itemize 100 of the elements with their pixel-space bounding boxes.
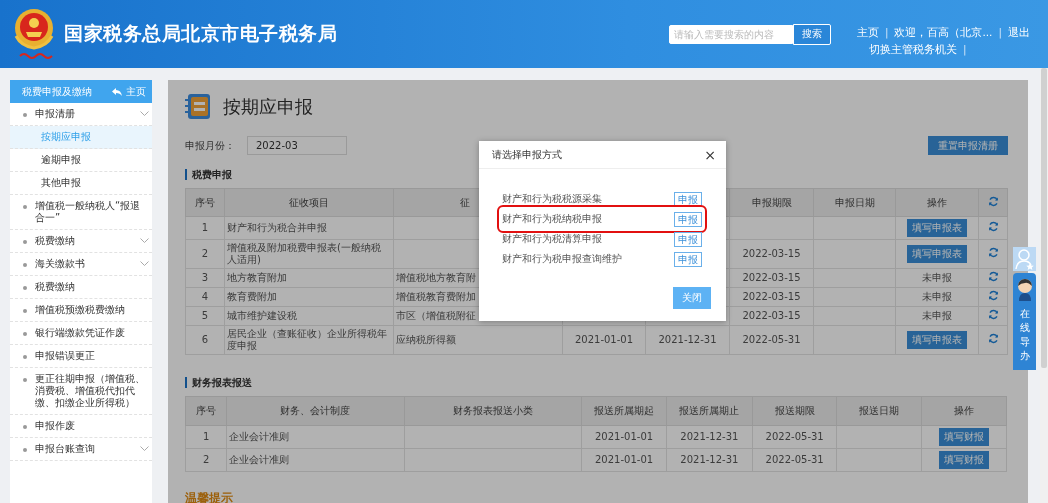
column-header: 报送日期: [858, 405, 899, 416]
column-header: 序号: [196, 405, 217, 416]
table-cell: 2021-12-31: [680, 431, 739, 442]
sidebar-item[interactable]: 增值税一般纳税人“报退合一”: [10, 195, 152, 230]
sidebar-subitem[interactable]: 其他申报: [10, 172, 152, 195]
table-cell: 1: [201, 222, 209, 233]
reset-button[interactable]: 重置申报清册: [928, 136, 1008, 155]
table-cell: 2022-05-31: [765, 454, 824, 465]
nav-link[interactable]: 退出: [1008, 26, 1030, 40]
sidebar-label: 申报作废: [35, 420, 76, 432]
month-field[interactable]: 2022-03: [247, 136, 347, 155]
chevron-icon[interactable]: [140, 446, 149, 452]
separator: |: [884, 26, 889, 40]
chevron-icon[interactable]: [140, 238, 149, 244]
sidebar-title: 税费申报及缴纳: [22, 84, 92, 99]
table-cell: 增值税地方教育附: [396, 272, 476, 283]
table-cell: 企业会计准则: [229, 431, 290, 442]
action-button[interactable]: 填写财报: [938, 428, 989, 446]
declare-button[interactable]: 申报: [674, 211, 702, 227]
table-cell: 企业会计准则: [229, 454, 290, 465]
column-header: 财务、会计制度: [280, 405, 351, 416]
notebook-icon: [185, 93, 211, 120]
action-button[interactable]: 填写申报表: [907, 219, 967, 237]
sidebar-item[interactable]: 增值税预缴税费缴纳: [10, 299, 152, 322]
column-header: 报送所属期止: [679, 405, 740, 416]
table-cell: 财产和行为税合并申报: [227, 222, 327, 233]
option-label: 财产和行为税清算申报: [502, 232, 602, 246]
table-cell: 2021-01-01: [595, 431, 654, 442]
table-cell: 市区（增值税附征: [396, 310, 476, 321]
close-button[interactable]: 关闭: [673, 287, 711, 309]
table-cell: 增值税及附加税费申报表(一般纳税人适用): [227, 242, 381, 265]
bullet-icon: [23, 309, 27, 313]
bullet-icon: [23, 263, 27, 267]
nav-link[interactable]: 切换主管税务机关: [868, 43, 957, 57]
search-button[interactable]: 搜索: [792, 23, 831, 45]
sidebar-item[interactable]: 申报作废: [10, 415, 152, 438]
search-field[interactable]: 请输入需要搜索的内容: [668, 24, 793, 44]
sidebar-item[interactable]: 海关缴款书: [10, 253, 152, 276]
sidebar-item[interactable]: 银行端缴款凭证作废: [10, 322, 152, 345]
bullet-icon: [23, 332, 27, 336]
declare-button[interactable]: 申报: [674, 251, 702, 267]
refresh-icon[interactable]: [987, 290, 999, 301]
bullet-icon: [23, 205, 27, 209]
sidebar-label: 税费缴纳: [35, 235, 76, 247]
action-button[interactable]: 填写申报表: [907, 331, 967, 349]
home-link[interactable]: 主页: [112, 84, 146, 99]
table-cell: 教育费附加: [227, 291, 277, 302]
refresh-icon[interactable]: [987, 271, 999, 282]
scrollbar-thumb[interactable]: [1041, 68, 1047, 368]
sidebar-label: 更正往期申报（增值税、消费税、增值税代扣代缴、扣缴企业所得税）: [35, 373, 146, 409]
table-cell: 1: [202, 431, 210, 442]
back-icon: [112, 87, 122, 96]
table-cell: 5: [201, 310, 209, 321]
chevron-icon[interactable]: [140, 111, 149, 117]
bullet-icon: [23, 355, 27, 359]
sidebar-label: 海关缴款书: [35, 258, 86, 270]
table-cell: 2022-03-15: [742, 291, 801, 302]
table-cell: 2021-01-01: [595, 454, 654, 465]
table-cell: 2022-03-15: [742, 272, 801, 283]
sidebar-label: 申报清册: [35, 108, 76, 120]
assistant-figure-icon: [1015, 277, 1034, 301]
table-cell: 2022-05-31: [742, 334, 801, 345]
bullet-icon: [23, 448, 27, 452]
sidebar-item[interactable]: 税费缴纳: [10, 276, 152, 299]
status-text: 未申报: [922, 272, 952, 283]
sidebar-label: 增值税预缴税费缴纳: [35, 304, 126, 316]
nav-link[interactable]: 欢迎，百高（北京...: [894, 26, 993, 40]
table-cell: 居民企业（查账征收）企业所得税年度申报: [227, 328, 387, 351]
sidebar-label: 申报错误更正: [35, 350, 96, 362]
action-button[interactable]: 填写申报表: [907, 245, 967, 263]
refresh-icon[interactable]: [987, 309, 999, 320]
table-cell: 4: [201, 291, 209, 302]
bullet-icon: [23, 378, 27, 382]
refresh-icon[interactable]: [987, 221, 999, 232]
refresh-icon[interactable]: [987, 196, 999, 207]
assistant-panel[interactable]: 在线导办: [1013, 273, 1036, 370]
refresh-icon[interactable]: [987, 247, 999, 258]
sidebar-subitem[interactable]: 按期应申报: [10, 126, 152, 149]
sidebar-item[interactable]: 税费缴纳: [10, 230, 152, 253]
nav-link[interactable]: 主页: [856, 26, 879, 40]
assistant-label[interactable]: 在线导办: [1019, 307, 1030, 363]
sidebar-item[interactable]: 申报错误更正: [10, 345, 152, 368]
action-button[interactable]: 填写财报: [938, 451, 989, 469]
table-cell: 应纳税所得额: [396, 334, 456, 345]
table-cell: 2021-12-31: [658, 334, 717, 345]
chevron-icon[interactable]: [140, 261, 149, 267]
section-title: 财务报表报送: [185, 377, 1008, 388]
table-cell: 6: [201, 334, 209, 345]
table-cell: 2: [202, 454, 210, 465]
refresh-icon[interactable]: [987, 333, 999, 344]
table-cell: 城市维护建设税: [227, 310, 297, 321]
column-header: 申报期限: [751, 196, 792, 208]
sidebar-item[interactable]: 申报台账查询: [10, 438, 152, 461]
column-header: 征收项目: [289, 196, 329, 208]
table-cell: 地方教育附加: [227, 272, 287, 283]
sidebar-item[interactable]: 更正往期申报（增值税、消费税、增值税代扣代缴、扣缴企业所得税）: [10, 368, 152, 415]
sidebar-label: 税费缴纳: [35, 281, 76, 293]
sidebar-subitem[interactable]: 逾期申报: [10, 149, 152, 172]
column-header: 操作: [953, 405, 974, 416]
separator: |: [998, 26, 1002, 40]
